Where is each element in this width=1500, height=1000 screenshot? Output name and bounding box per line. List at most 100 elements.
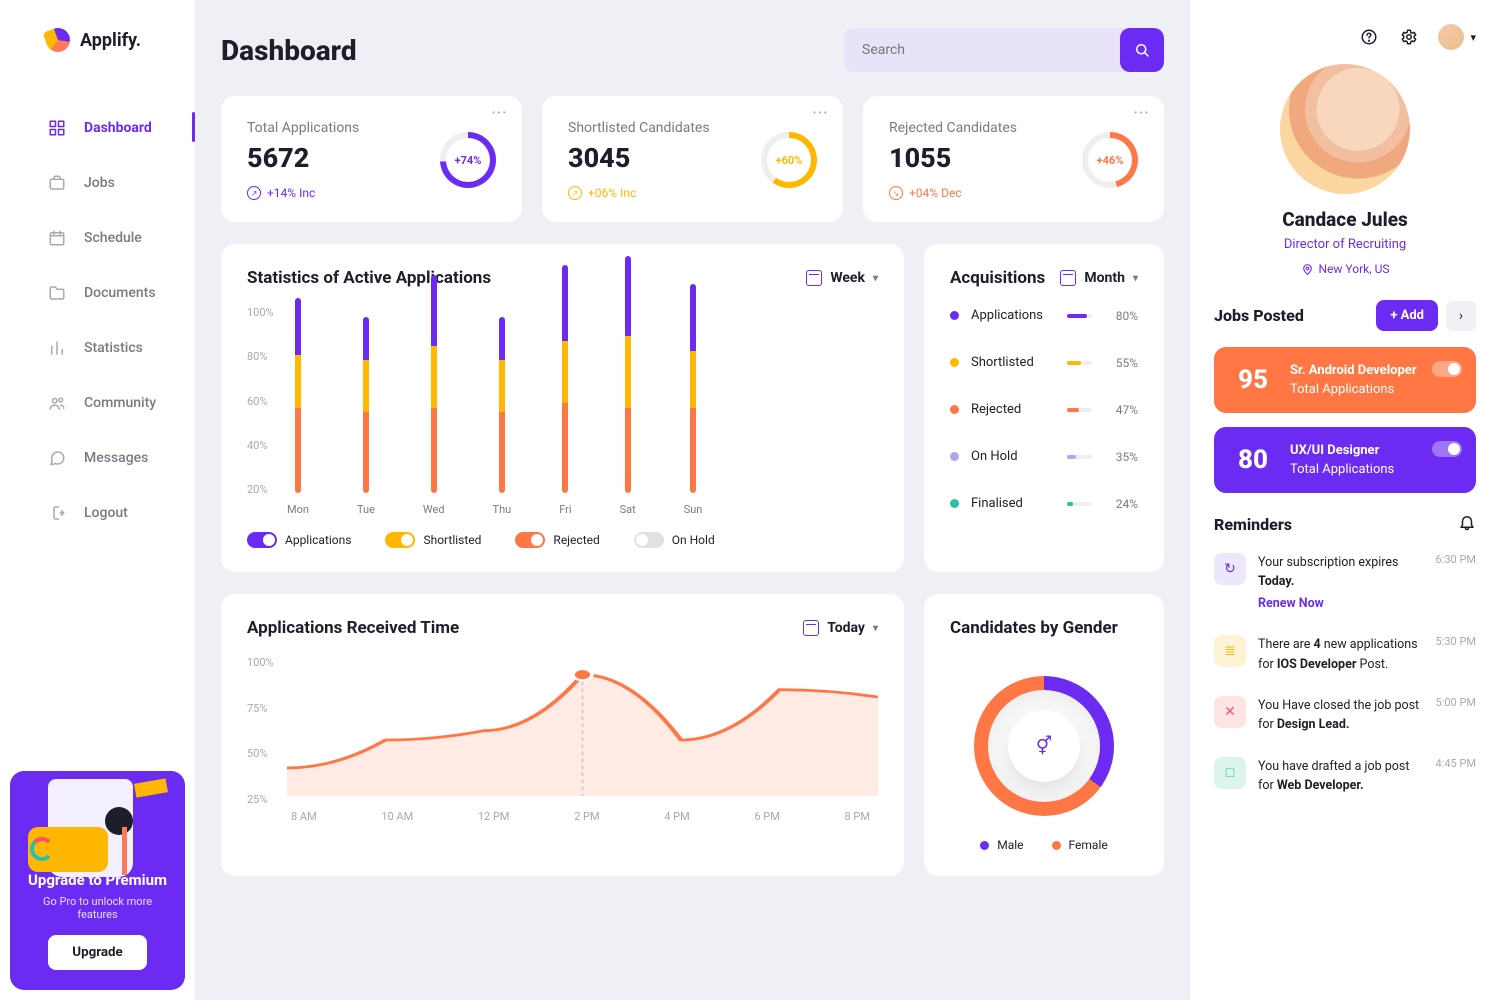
acquisitions-card: Acquisitions Month ▾ Applications 80% Sh… bbox=[924, 244, 1164, 572]
sidebar-item-label: Statistics bbox=[84, 340, 143, 356]
upgrade-button[interactable]: Upgrade bbox=[48, 935, 146, 970]
profile-location: New York, US bbox=[1301, 262, 1390, 276]
legend-dot-icon bbox=[950, 311, 959, 320]
acquisition-item: Applications 80% bbox=[950, 308, 1138, 323]
legend-toggle-rejected[interactable] bbox=[515, 532, 545, 548]
acquisition-item: Shortlisted 55% bbox=[950, 355, 1138, 370]
acquisition-item: Rejected 47% bbox=[950, 402, 1138, 417]
reminder-time: 5:30 PM bbox=[1436, 635, 1476, 674]
chevron-down-icon: ▾ bbox=[873, 623, 878, 634]
job-count: 95 bbox=[1232, 365, 1274, 395]
sidebar: Applify. Dashboard Jobs Schedule Documen… bbox=[0, 0, 195, 1000]
card-title: Statistics of Active Applications bbox=[247, 268, 491, 288]
jobs-list: 95 Sr. Android Developer Total Applicati… bbox=[1214, 347, 1476, 507]
bar-chart: 100%80%60%40%20% MonTueWedThuFriSatSun bbox=[247, 306, 878, 516]
next-jobs-button[interactable]: › bbox=[1446, 301, 1476, 331]
reminder-icon: ≣ bbox=[1214, 635, 1246, 667]
reminder-text: Your subscription expires Today.Renew No… bbox=[1258, 553, 1420, 613]
job-count: 80 bbox=[1232, 445, 1274, 475]
sidebar-item-schedule[interactable]: Schedule bbox=[0, 210, 195, 265]
reminder-time: 6:30 PM bbox=[1436, 553, 1476, 613]
chat-icon bbox=[48, 449, 66, 467]
folder-icon bbox=[48, 284, 66, 302]
sidebar-item-logout[interactable]: Logout bbox=[0, 485, 195, 540]
calendar-icon bbox=[48, 229, 66, 247]
acquisitions-list: Applications 80% Shortlisted 55% Rejecte… bbox=[950, 308, 1138, 511]
kpi-rejected-candidates: ••• Rejected Candidates 1055 ↘+04% Dec +… bbox=[863, 96, 1164, 222]
job-title: Sr. Android Developer bbox=[1290, 363, 1417, 378]
card-title: Applications Received Time bbox=[247, 618, 459, 638]
search-button[interactable] bbox=[1120, 28, 1164, 72]
reminder-text: You Have closed the job post for Design … bbox=[1258, 696, 1420, 735]
sidebar-item-statistics[interactable]: Statistics bbox=[0, 320, 195, 375]
sidebar-item-label: Logout bbox=[84, 505, 128, 521]
job-toggle[interactable] bbox=[1432, 441, 1462, 457]
kpi-menu-button[interactable]: ••• bbox=[1134, 108, 1150, 119]
sidebar-item-jobs[interactable]: Jobs bbox=[0, 155, 195, 210]
arrow-up-icon: ↗ bbox=[247, 186, 261, 200]
add-job-button[interactable]: + Add bbox=[1376, 300, 1438, 331]
legend-toggle-applications[interactable] bbox=[247, 532, 277, 548]
reminder-icon: ↻ bbox=[1214, 553, 1246, 585]
period-selector[interactable]: Month ▾ bbox=[1060, 270, 1138, 286]
help-button[interactable] bbox=[1358, 26, 1380, 48]
gender-card: Candidates by Gender ⚥ Male Female bbox=[924, 594, 1164, 876]
acq-pct: 24% bbox=[1104, 497, 1138, 511]
sidebar-item-documents[interactable]: Documents bbox=[0, 265, 195, 320]
main: Dashboard ••• Total Applications 5672 ↗+… bbox=[195, 0, 1190, 1000]
legend-toggle-shortlisted[interactable] bbox=[385, 532, 415, 548]
search-input[interactable] bbox=[844, 42, 1120, 58]
acq-label: On Hold bbox=[971, 449, 1049, 464]
bar-label: Wed bbox=[423, 503, 445, 516]
bar-label: Thu bbox=[493, 503, 512, 516]
sidebar-item-dashboard[interactable]: Dashboard bbox=[0, 100, 195, 155]
acquisition-item: On Hold 35% bbox=[950, 449, 1138, 464]
job-card[interactable]: 95 Sr. Android Developer Total Applicati… bbox=[1214, 347, 1476, 413]
profile-role: Director of Recruiting bbox=[1284, 237, 1406, 252]
settings-button[interactable] bbox=[1398, 26, 1420, 48]
sidebar-item-community[interactable]: Community bbox=[0, 375, 195, 430]
acq-pct: 55% bbox=[1104, 356, 1138, 370]
bar-label: Mon bbox=[287, 503, 309, 516]
grid-icon bbox=[48, 119, 66, 137]
kpi-menu-button[interactable]: ••• bbox=[813, 108, 829, 119]
reminder-text: There are 4 new applications for IOS Dev… bbox=[1258, 635, 1420, 674]
job-subtitle: Total Applications bbox=[1290, 382, 1417, 397]
arrow-up-icon: ↗ bbox=[568, 186, 582, 200]
job-toggle[interactable] bbox=[1432, 361, 1462, 377]
legend-dot-icon bbox=[950, 499, 959, 508]
kpi-total-applications: ••• Total Applications 5672 ↗+14% Inc +7… bbox=[221, 96, 522, 222]
legend-dot-icon bbox=[1052, 841, 1061, 850]
reminder-action[interactable]: Renew Now bbox=[1258, 594, 1324, 613]
profile-avatar bbox=[1280, 64, 1410, 194]
gender-icon: ⚥ bbox=[1008, 710, 1080, 782]
kpi-change: ↗+06% Inc bbox=[568, 186, 710, 200]
calendar-icon bbox=[1060, 270, 1076, 286]
acq-bar bbox=[1067, 502, 1092, 506]
right-panel: ▾ Candace Jules Director of Recruiting N… bbox=[1190, 0, 1500, 1000]
sidebar-item-label: Documents bbox=[84, 285, 156, 301]
bar-column: Thu bbox=[493, 317, 512, 516]
period-selector[interactable]: Today ▾ bbox=[803, 620, 878, 636]
notifications-button[interactable] bbox=[1458, 513, 1476, 535]
acq-label: Shortlisted bbox=[971, 355, 1049, 370]
job-subtitle: Total Applications bbox=[1290, 462, 1394, 477]
kpi-change: ↘+04% Dec bbox=[889, 186, 1017, 200]
acq-bar bbox=[1067, 455, 1092, 459]
legend-dot-icon bbox=[950, 358, 959, 367]
calendar-icon bbox=[803, 620, 819, 636]
reminder-icon: ✕ bbox=[1214, 696, 1246, 728]
user-menu[interactable]: ▾ bbox=[1438, 24, 1476, 50]
search-wrap bbox=[844, 28, 1164, 72]
legend-toggle-onhold[interactable] bbox=[634, 532, 664, 548]
kpi-menu-button[interactable]: ••• bbox=[492, 108, 508, 119]
kpi-row: ••• Total Applications 5672 ↗+14% Inc +7… bbox=[221, 96, 1164, 222]
job-card[interactable]: 80 UX/UI Designer Total Applications bbox=[1214, 427, 1476, 493]
calendar-icon bbox=[806, 270, 822, 286]
kpi-value: 1055 bbox=[889, 142, 1017, 174]
sidebar-item-messages[interactable]: Messages bbox=[0, 430, 195, 485]
bar-label: Fri bbox=[559, 503, 571, 516]
pin-icon bbox=[1301, 263, 1314, 276]
bar-label: Sat bbox=[620, 503, 636, 516]
period-selector[interactable]: Week ▾ bbox=[806, 270, 878, 286]
